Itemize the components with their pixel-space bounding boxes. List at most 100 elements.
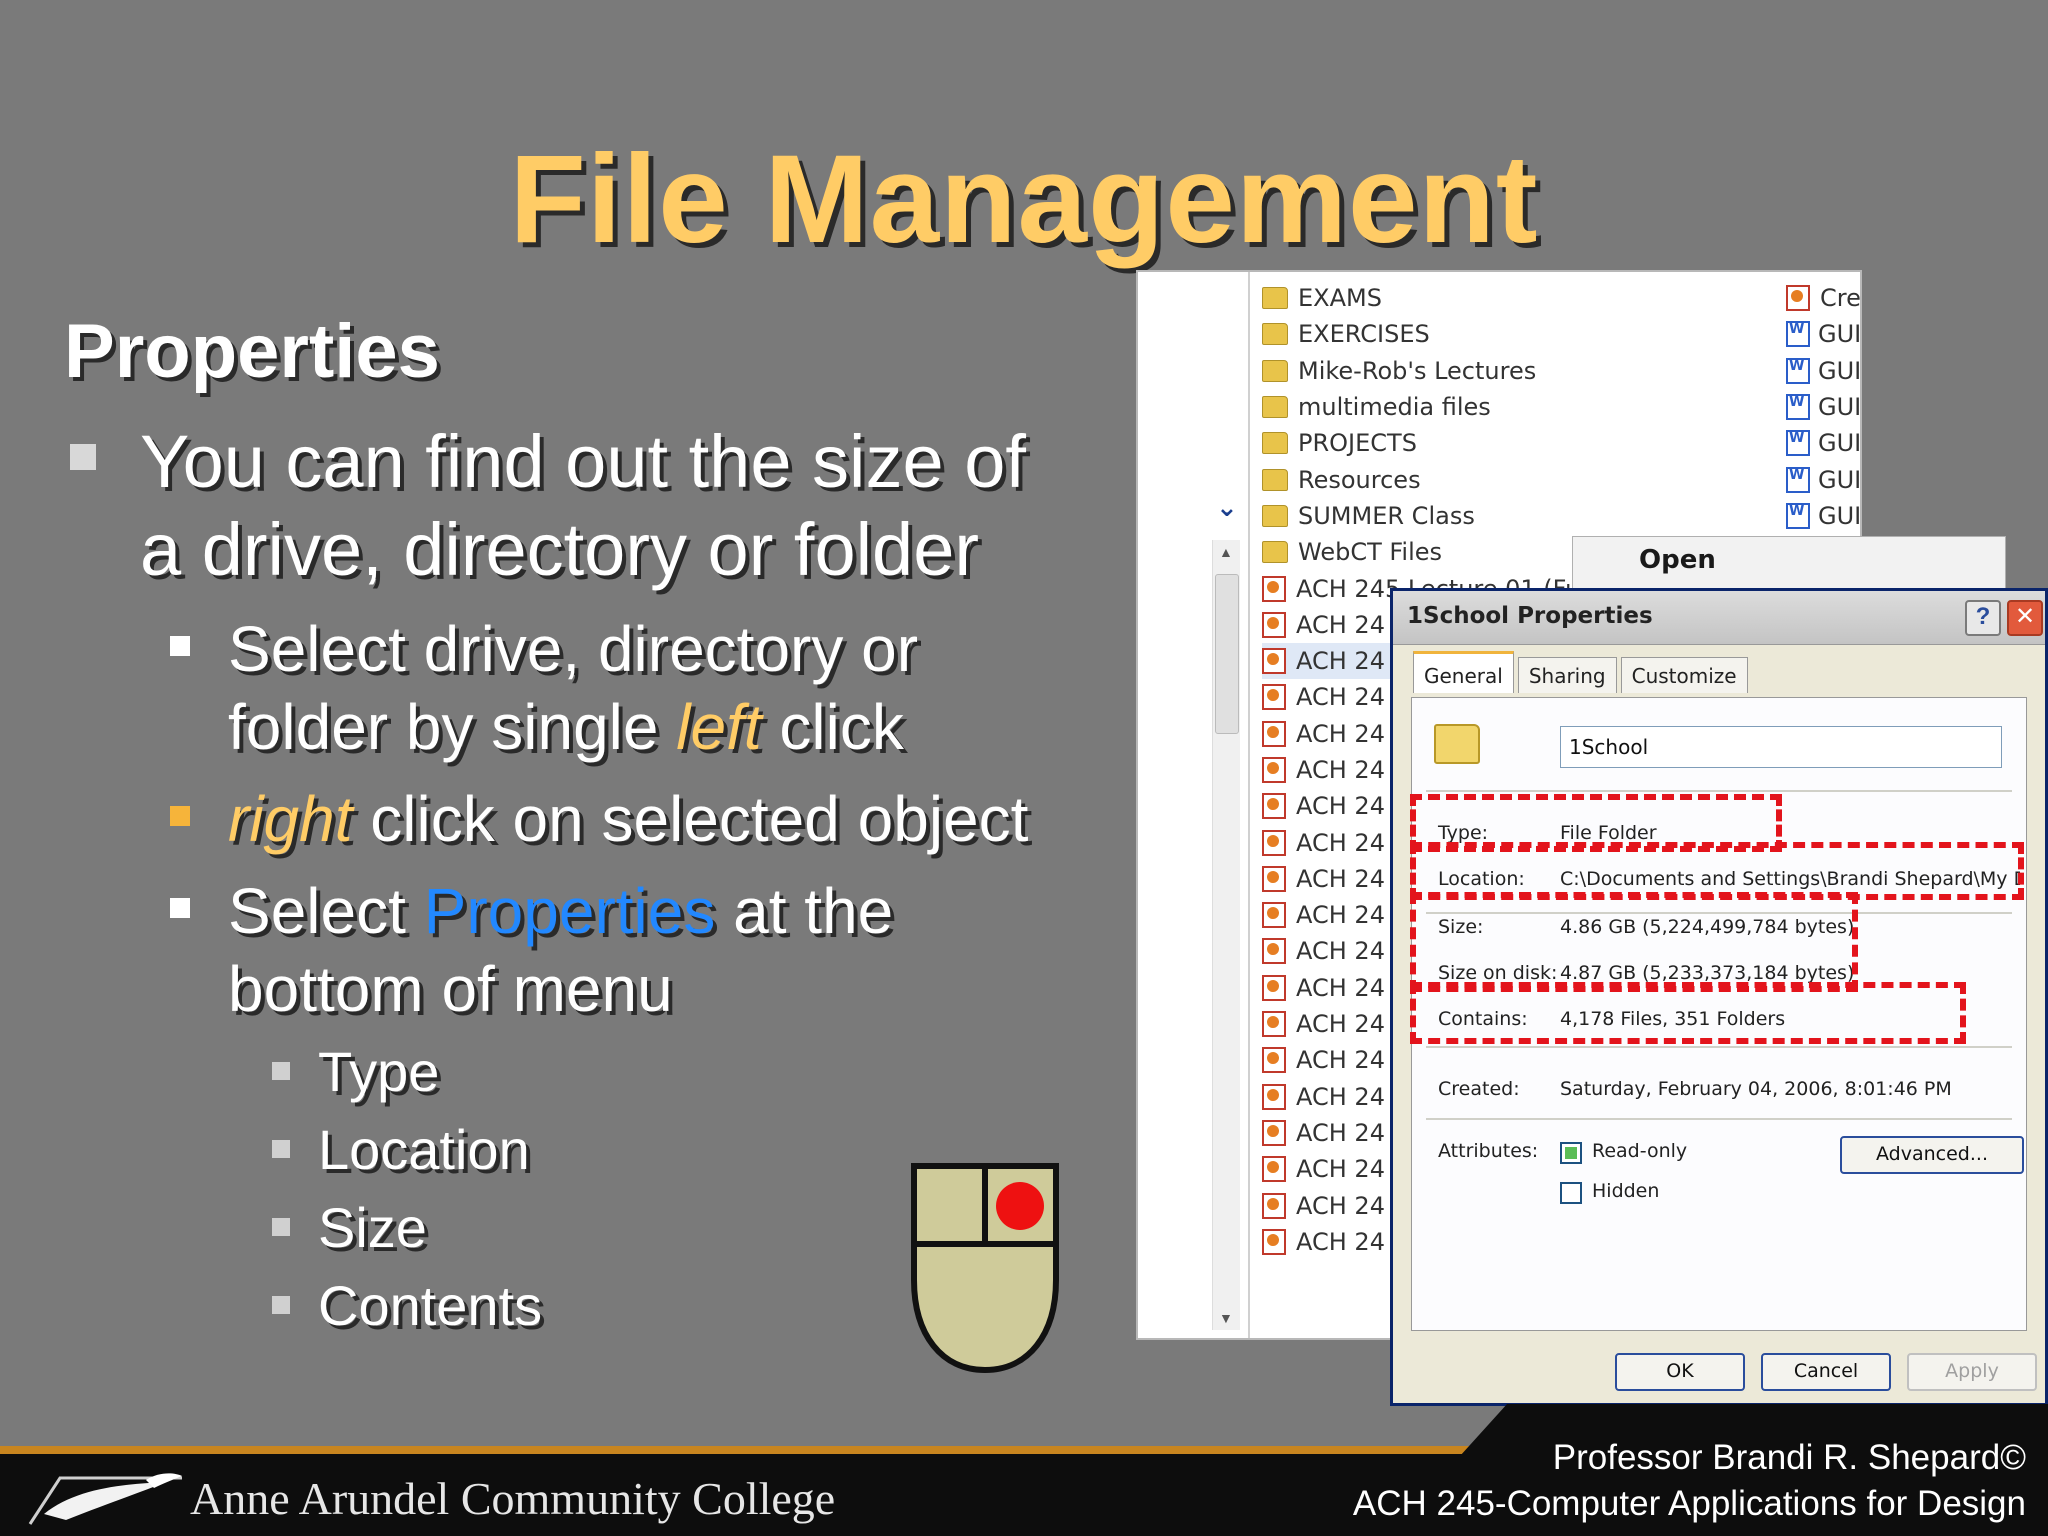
powerpoint-file-icon [1262, 1011, 1286, 1038]
tab-general[interactable]: General [1413, 651, 1514, 693]
section-heading: Properties [64, 309, 440, 394]
item-location: Location [318, 1118, 530, 1181]
word-file-icon [1786, 430, 1810, 457]
powerpoint-file-icon [1262, 1156, 1286, 1183]
powerpoint-file-icon [1262, 684, 1286, 711]
tab-sharing[interactable]: Sharing [1517, 657, 1617, 693]
sub-bullet-2: right click on selected object [228, 783, 1029, 855]
list-item[interactable]: GUI [1786, 498, 1860, 534]
folder-icon [1434, 724, 1480, 764]
bullet-text-line1: You can find out the size of [140, 420, 1026, 503]
powerpoint-file-icon [1262, 1047, 1286, 1074]
sub-sub-bullet [272, 1218, 290, 1236]
list-item[interactable]: GUI [1786, 316, 1860, 352]
word-file-icon [1786, 321, 1810, 348]
created-label: Created: [1438, 1078, 1520, 1100]
apply-button[interactable]: Apply [1907, 1353, 2037, 1391]
list-item[interactable]: GUI [1786, 353, 1860, 389]
folder-name-input[interactable]: 1School [1560, 726, 2002, 768]
sub-bullet-1-line2: folder by single left click [228, 691, 904, 763]
chevron-down-icon[interactable]: ⌄ [1216, 492, 1238, 523]
sub-bullet-square-gold [170, 806, 190, 826]
sub-bullet-3-line2: bottom of menu [228, 953, 673, 1025]
bullet-square [70, 444, 96, 470]
list-item[interactable]: EXERCISES [1262, 316, 1590, 352]
dialog-titlebar[interactable]: 1School Properties ? ✕ [1393, 591, 2045, 645]
powerpoint-file-icon [1262, 793, 1286, 820]
list-item[interactable]: GUI [1786, 461, 1860, 497]
attributes-label: Attributes: [1438, 1140, 1539, 1162]
sub-sub-bullet [272, 1296, 290, 1314]
professor-credit: Professor Brandi R. Shepard© [1552, 1438, 2026, 1477]
list-item[interactable]: Resources [1262, 461, 1590, 497]
folder-icon [1262, 432, 1288, 455]
item-contents: Contents [318, 1274, 543, 1337]
folder-tree-pane: ⌄ ▲ ▼ [1138, 272, 1250, 1338]
word-file-icon [1786, 357, 1810, 384]
powerpoint-file-icon [1262, 1083, 1286, 1110]
read-only-checkbox[interactable] [1560, 1142, 1582, 1164]
folder-icon [1262, 468, 1288, 491]
list-item[interactable]: WebCT Files [1262, 534, 1590, 570]
help-button[interactable]: ? [1965, 600, 2001, 636]
bullet-text-line2: a drive, directory or folder [140, 508, 980, 591]
powerpoint-file-icon [1262, 1228, 1286, 1255]
read-only-label: Read-only [1592, 1140, 1688, 1162]
hidden-checkbox[interactable] [1560, 1182, 1582, 1204]
divider [1426, 1118, 2012, 1120]
folder-icon [1262, 359, 1288, 382]
tree-scrollbar[interactable]: ▲ ▼ [1212, 540, 1240, 1330]
sub-sub-bullet [272, 1062, 290, 1080]
sub-bullet-square [170, 898, 190, 918]
college-logo-icon [28, 1473, 182, 1525]
slide-title: File Management [509, 130, 1539, 269]
powerpoint-file-icon [1262, 974, 1286, 1001]
list-item[interactable]: SUMMER Class [1262, 498, 1590, 534]
file-list-right-column: Cre GUI GUI GUI GUI GUI GUI [1786, 280, 1860, 534]
powerpoint-file-icon [1262, 648, 1286, 675]
list-item[interactable]: Cre [1786, 280, 1860, 316]
powerpoint-file-icon [1262, 611, 1286, 638]
hidden-label: Hidden [1592, 1180, 1660, 1202]
ok-button[interactable]: OK [1615, 1353, 1745, 1391]
close-button[interactable]: ✕ [2007, 600, 2043, 636]
sub-bullet-square [170, 636, 190, 656]
folder-icon [1262, 504, 1288, 527]
scroll-up-arrow-icon[interactable]: ▲ [1219, 544, 1233, 560]
list-item[interactable]: EXAMS [1262, 280, 1590, 316]
powerpoint-file-icon [1262, 902, 1286, 929]
powerpoint-file-icon [1262, 720, 1286, 747]
advanced-button[interactable]: Advanced... [1840, 1136, 2024, 1174]
scrollbar-thumb[interactable] [1215, 574, 1239, 734]
sub-bullet-1-line1: Select drive, directory or [228, 613, 919, 685]
folder-icon [1262, 541, 1288, 564]
list-item[interactable]: Mike-Rob's Lectures [1262, 353, 1590, 389]
scroll-down-arrow-icon[interactable]: ▼ [1219, 1310, 1233, 1326]
folder-icon [1262, 396, 1288, 419]
word-file-icon [1786, 502, 1810, 529]
list-item[interactable]: multimedia files [1262, 389, 1590, 425]
size-highlight-box [1410, 892, 1858, 992]
powerpoint-file-icon [1786, 285, 1810, 312]
divider [1426, 1046, 2012, 1048]
tab-customize[interactable]: Customize [1620, 657, 1748, 693]
context-menu-open[interactable]: Open [1639, 545, 1716, 575]
created-value: Saturday, February 04, 2006, 8:01:46 PM [1560, 1078, 1952, 1100]
college-name: Anne Arundel Community College [190, 1473, 836, 1524]
dialog-title: 1School Properties [1407, 603, 1653, 629]
mouse-right-click-icon [911, 1163, 1059, 1374]
powerpoint-file-icon [1262, 865, 1286, 892]
powerpoint-file-icon [1262, 1119, 1286, 1146]
divider [1426, 790, 2012, 792]
powerpoint-file-icon [1262, 1192, 1286, 1219]
sub-sub-bullet [272, 1140, 290, 1158]
cancel-button[interactable]: Cancel [1761, 1353, 1891, 1391]
dialog-tabs: General Sharing Customize [1413, 651, 1752, 693]
list-item[interactable]: GUI [1786, 389, 1860, 425]
folder-icon [1262, 323, 1288, 346]
word-file-icon [1786, 466, 1810, 493]
list-item[interactable]: PROJECTS [1262, 425, 1590, 461]
powerpoint-file-icon [1262, 938, 1286, 965]
list-item[interactable]: GUI [1786, 425, 1860, 461]
folder-icon [1262, 287, 1288, 310]
